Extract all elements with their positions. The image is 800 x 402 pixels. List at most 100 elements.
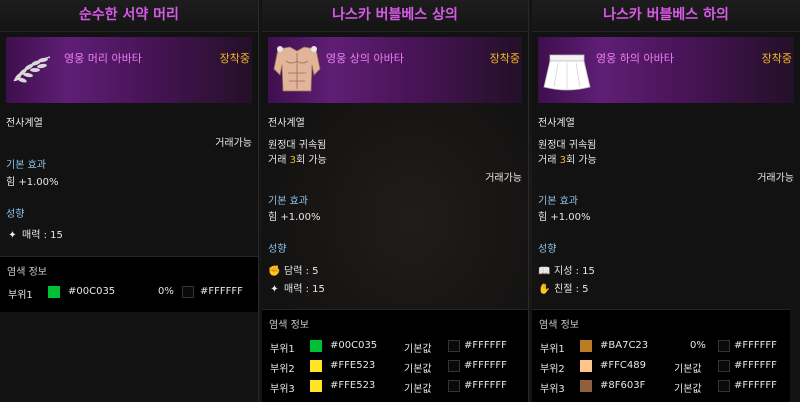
dye-part: 부위2 [270,364,295,375]
skirt-armor-icon [538,37,596,103]
item-header: 영웅 상의 아바타 장착중 [268,37,522,103]
laurel-wreath-icon [6,37,64,103]
class-requirement: 전사계열 [268,118,305,129]
dye-mid-value: 기본값 [404,344,432,355]
dye-row: 부위1 #BA7C23 0% #FFFFFF [532,339,790,355]
item-header: 영웅 하의 아바타 장착중 [538,37,794,103]
dye-swatch [310,380,322,395]
dye-mid-value: 0% [158,286,174,297]
item-tooltip-bottom: 나스카 버블베스 하의 영웅 하의 아바타 장착중 전사계열 원정대 귀속됨 거… [532,0,800,402]
dye-hex: #FFE523 [330,380,376,391]
item-tooltip-top: 나스카 버블베스 상의 영웅 상의 아바타 장착중 전사계열 원정대 귀속됨 거… [262,0,529,402]
dye-part: 부위1 [270,344,295,355]
trade-count: 거래 3회 가능 [538,155,597,166]
sparkle-icon: ✦ [8,230,17,241]
tendency-item: ✦ 매력 : 15 [268,280,325,295]
tendency-item: 📖 지성 : 15 [538,266,595,277]
equipped-status: 장착중 [489,52,520,65]
basic-effect-label: 기본 효과 [538,196,578,207]
dye-swatch [310,340,322,355]
dye-mid-value: 기본값 [674,384,702,395]
basic-effect-value: 힘 +1.00% [268,212,321,223]
dye-info: 염색 정보 부위1 #BA7C23 0% #FFFFFF 부위2 #FFC489… [532,309,790,402]
class-requirement: 전사계열 [6,118,43,129]
dye-mid-value: 기본값 [404,384,432,395]
item-type: 영웅 하의 아바타 [596,52,674,65]
trade-count: 거래 3회 가능 [268,155,327,166]
item-title: 나스카 버블베스 하의 [532,0,800,32]
tendency-label: 성향 [268,244,287,255]
dye-part: 부위1 [540,344,565,355]
dye-base-swatch [448,380,460,395]
dye-hex: #FFC489 [600,360,646,371]
dye-part: 부위1 [8,290,33,301]
dye-row: 부위1 #00C035 0% #FFFFFF [0,285,258,301]
item-title: 순수한 서약 머리 [0,0,258,32]
sparkle-icon: ✦ [270,284,279,295]
trade-status: 거래가능 [215,138,252,149]
bound-status: 원정대 귀속됨 [268,140,327,151]
dye-swatch [580,360,592,375]
tendency-label: 성향 [6,209,25,220]
equipped-status: 장착중 [219,52,250,65]
fist-icon: ✊ [268,266,281,277]
tendency-label: 성향 [538,244,557,255]
dye-row: 부위1 #00C035 기본값 #FFFFFF [262,339,528,355]
dye-part: 부위2 [540,364,565,375]
tendency-item: ✊ 담력 : 5 [268,266,319,277]
dye-base-hex: #FFFFFF [734,340,777,351]
dye-base-swatch [718,360,730,375]
dye-swatch [310,360,322,375]
dye-base-hex: #FFFFFF [734,360,777,371]
equipped-status: 장착중 [761,52,792,65]
item-type: 영웅 상의 아바타 [326,52,404,65]
dye-info: 염색 정보 부위1 #00C035 0% #FFFFFF [0,256,258,312]
dye-swatch [48,286,60,301]
dye-hex: #8F603F [600,380,646,391]
dye-row: 부위3 #FFE523 기본값 #FFFFFF [262,379,528,395]
trade-status: 거래가능 [757,173,794,184]
dye-hex: #FFE523 [330,360,376,371]
item-type: 영웅 머리 아바타 [64,52,142,65]
dye-base-swatch [182,286,194,301]
item-title: 나스카 버블베스 상의 [262,0,528,32]
dye-base-hex: #FFFFFF [200,286,243,297]
basic-effect-value: 힘 +1.00% [6,177,59,188]
dye-base-swatch [718,340,730,355]
dye-info-label: 염색 정보 [7,267,47,278]
dye-info-label: 염색 정보 [539,320,579,331]
dye-base-hex: #FFFFFF [464,340,507,351]
dye-base-hex: #FFFFFF [464,380,507,391]
book-icon: 📖 [538,266,551,277]
dye-base-swatch [448,360,460,375]
dye-hex: #BA7C23 [600,340,649,351]
dye-mid-value: 기본값 [674,364,702,375]
dye-row: 부위2 #FFE523 기본값 #FFFFFF [262,359,528,375]
torso-armor-icon [268,37,326,103]
dye-base-swatch [448,340,460,355]
dye-base-hex: #FFFFFF [734,380,777,391]
basic-effect-label: 기본 효과 [6,160,46,171]
dye-base-hex: #FFFFFF [464,360,507,371]
dye-mid-value: 기본값 [404,364,432,375]
bound-status: 원정대 귀속됨 [538,140,597,151]
dye-part: 부위3 [270,384,295,395]
dye-base-swatch [718,380,730,395]
dye-info-label: 염색 정보 [269,320,309,331]
dye-swatch [580,380,592,395]
basic-effect-label: 기본 효과 [268,196,308,207]
dye-row: 부위3 #8F603F 기본값 #FFFFFF [532,379,790,395]
trade-status: 거래가능 [485,173,522,184]
basic-effect-value: 힘 +1.00% [538,212,591,223]
item-header: 영웅 머리 아바타 장착중 [6,37,252,103]
tendency-item: ✋ 친절 : 5 [538,284,589,295]
dye-hex: #00C035 [330,340,378,351]
class-requirement: 전사계열 [538,118,575,129]
dye-row: 부위2 #FFC489 기본값 #FFFFFF [532,359,790,375]
dye-mid-value: 0% [690,340,706,351]
dye-swatch [580,340,592,355]
dye-info: 염색 정보 부위1 #00C035 기본값 #FFFFFF 부위2 #FFE52… [262,309,528,402]
tendency-item: ✦ 매력 : 15 [6,226,63,241]
item-tooltip-head: 순수한 서약 머리 영웅 머리 아바타 장착중 전사계열 거래가능 기본 효과 … [0,0,259,401]
dye-hex: #00C035 [68,286,116,297]
